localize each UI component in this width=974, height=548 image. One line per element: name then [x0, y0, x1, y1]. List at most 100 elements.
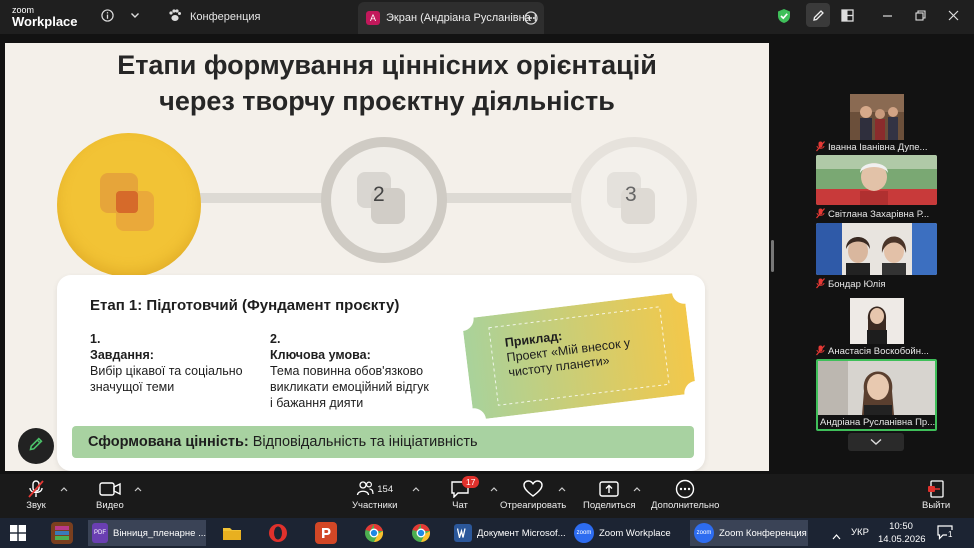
- participant-name: Іванна Іванівна Дупе...: [816, 140, 937, 154]
- taskbar-word-label: Документ Microsof...: [477, 527, 566, 539]
- shield-icon[interactable]: [777, 8, 791, 27]
- react-options-caret[interactable]: [558, 484, 566, 494]
- notifications-count: 1: [947, 530, 954, 539]
- participant-video[interactable]: [816, 223, 937, 275]
- participant-name: Світлана Захарівна Р...: [816, 207, 937, 221]
- close-icon[interactable]: [948, 10, 959, 24]
- participants-button[interactable]: 154 Участники: [352, 478, 397, 511]
- powerpoint-icon[interactable]: [315, 522, 337, 544]
- windows-taskbar: PDF Вінниця_пленарне ... Документ Micros…: [0, 518, 974, 548]
- value-text: Відповідальність та ініціативність: [252, 434, 478, 450]
- video-options-caret[interactable]: [134, 484, 142, 494]
- audio-button[interactable]: Звук: [26, 478, 46, 511]
- leave-button[interactable]: Выйти: [922, 478, 950, 511]
- participants-count: 154: [377, 483, 394, 495]
- step-connector: [445, 193, 585, 203]
- participant-name-label: Іванна Іванівна Дупе...: [828, 141, 928, 153]
- chat-options-caret[interactable]: [490, 484, 498, 494]
- restore-icon[interactable]: [915, 10, 926, 24]
- chat-unread-badge: 17: [462, 476, 480, 488]
- taskbar-zoom-workplace-label: Zoom Workplace: [599, 527, 671, 539]
- participant-video[interactable]: [816, 155, 937, 205]
- more-label: Дополнительно: [651, 500, 720, 511]
- file-explorer-icon[interactable]: [221, 522, 243, 544]
- mic-muted-icon: [816, 207, 825, 221]
- chevron-down-icon[interactable]: [130, 9, 140, 23]
- info-icon[interactable]: [101, 9, 114, 25]
- tab-screen-share[interactable]: A Экран (Андріана Русланівна Прс: [358, 2, 544, 34]
- task-column: 1. Завдання: Вибір цікавої та соціально …: [90, 331, 243, 395]
- taskbar-zoom-conference[interactable]: zoom Zoom Конференция: [690, 520, 808, 546]
- more-icon[interactable]: [524, 11, 538, 28]
- condition-number: 2.: [270, 332, 281, 346]
- more-icon: [675, 478, 695, 500]
- winrar-icon[interactable]: [51, 522, 73, 544]
- step-connector: [195, 193, 335, 203]
- windows-start-icon[interactable]: [7, 522, 29, 544]
- participants-options-caret[interactable]: [412, 484, 420, 494]
- minimize-icon[interactable]: [882, 10, 893, 24]
- participant-name-label: Світлана Захарівна Р...: [828, 208, 930, 220]
- participants-label: Участники: [352, 500, 398, 511]
- scroll-participants-button[interactable]: [848, 433, 904, 451]
- pdf-app-icon: PDF: [92, 523, 108, 543]
- share-options-caret[interactable]: [633, 484, 641, 494]
- opera-icon[interactable]: [267, 522, 289, 544]
- chat-icon: 17: [450, 476, 480, 500]
- chevron-down-icon: [870, 433, 882, 451]
- mic-muted-icon: [26, 478, 46, 500]
- shared-screen-slide: Етапи формування ціннісних орієнтацій че…: [5, 43, 769, 471]
- participant-video[interactable]: [850, 94, 904, 140]
- participant-video-active-speaker[interactable]: Андріана Русланівна Пр...: [816, 359, 937, 431]
- video-label: Видео: [96, 500, 124, 511]
- leave-label: Выйти: [922, 500, 951, 511]
- zoom-logo: zoom Workplace: [12, 5, 78, 29]
- annotate-icon[interactable]: [806, 3, 830, 27]
- mic-muted-icon: [816, 344, 825, 358]
- participant-name-label: Анастасія Воскобойн...: [828, 345, 929, 357]
- condition-text: викликати емоційний відгук: [270, 380, 429, 394]
- mic-muted-icon: [816, 277, 825, 291]
- meeting-toolbar: Звук Видео 154 Участники 17 Чат Отреагир…: [0, 474, 974, 518]
- tab-conference-label: Конференция: [190, 11, 261, 23]
- participant-name-label: Бондар Юлія: [828, 278, 886, 290]
- participant-video[interactable]: [850, 298, 904, 344]
- chat-label: Чат: [452, 500, 468, 511]
- react-label: Отреагировать: [500, 500, 567, 511]
- meeting-area: Етапи формування ціннісних орієнтацій че…: [0, 34, 974, 474]
- condition-text: і бажання дияти: [270, 396, 364, 410]
- participant-name: Бондар Юлія: [816, 277, 937, 291]
- video-camera-icon: [99, 478, 121, 500]
- mic-muted-icon: [816, 140, 825, 154]
- chrome-icon[interactable]: [363, 522, 385, 544]
- slide-title-line1: Етапи формування ціннісних орієнтацій: [117, 50, 657, 80]
- taskbar-pdf-label: Вінниця_пленарне ...: [113, 527, 206, 539]
- tray-chevron-up-icon[interactable]: [832, 527, 841, 545]
- taskbar-zoom-workplace[interactable]: zoom Zoom Workplace: [570, 520, 686, 546]
- keyboard-language[interactable]: УКР: [851, 527, 869, 538]
- taskbar-clock[interactable]: 10:50 14.05.2026: [878, 520, 926, 546]
- title-bar: zoom Workplace Конференция A Экран (Андр…: [0, 0, 974, 34]
- layout-icon[interactable]: [841, 9, 854, 25]
- video-button[interactable]: Видео: [96, 478, 124, 511]
- people-icon: [356, 480, 374, 499]
- annotation-pencil-button[interactable]: [18, 428, 54, 464]
- chat-button[interactable]: 17 Чат: [450, 476, 480, 511]
- slide-title: Етапи формування ціннісних орієнтацій че…: [5, 47, 769, 119]
- share-button[interactable]: Поделиться: [583, 478, 635, 511]
- tab-screen-label: Экран (Андріана Русланівна Прс: [386, 12, 536, 24]
- more-button[interactable]: Дополнительно: [651, 478, 719, 511]
- tab-conference[interactable]: Конференция: [160, 0, 350, 34]
- condition-heading: Ключова умова:: [270, 348, 371, 362]
- panel-resize-handle[interactable]: [771, 240, 774, 272]
- react-button[interactable]: Отреагировать: [500, 478, 566, 511]
- audio-options-caret[interactable]: [60, 484, 68, 494]
- clock-time: 10:50: [889, 521, 913, 532]
- paw-icon: [168, 9, 182, 25]
- taskbar-pdf-app[interactable]: PDF Вінниця_пленарне ...: [88, 520, 206, 546]
- heart-icon: [523, 478, 543, 500]
- task-number: 1.: [90, 332, 101, 346]
- chrome-icon[interactable]: [410, 522, 432, 544]
- taskbar-word-app[interactable]: Документ Microsof...: [450, 520, 566, 546]
- zoom-app-icon: zoom: [574, 523, 594, 543]
